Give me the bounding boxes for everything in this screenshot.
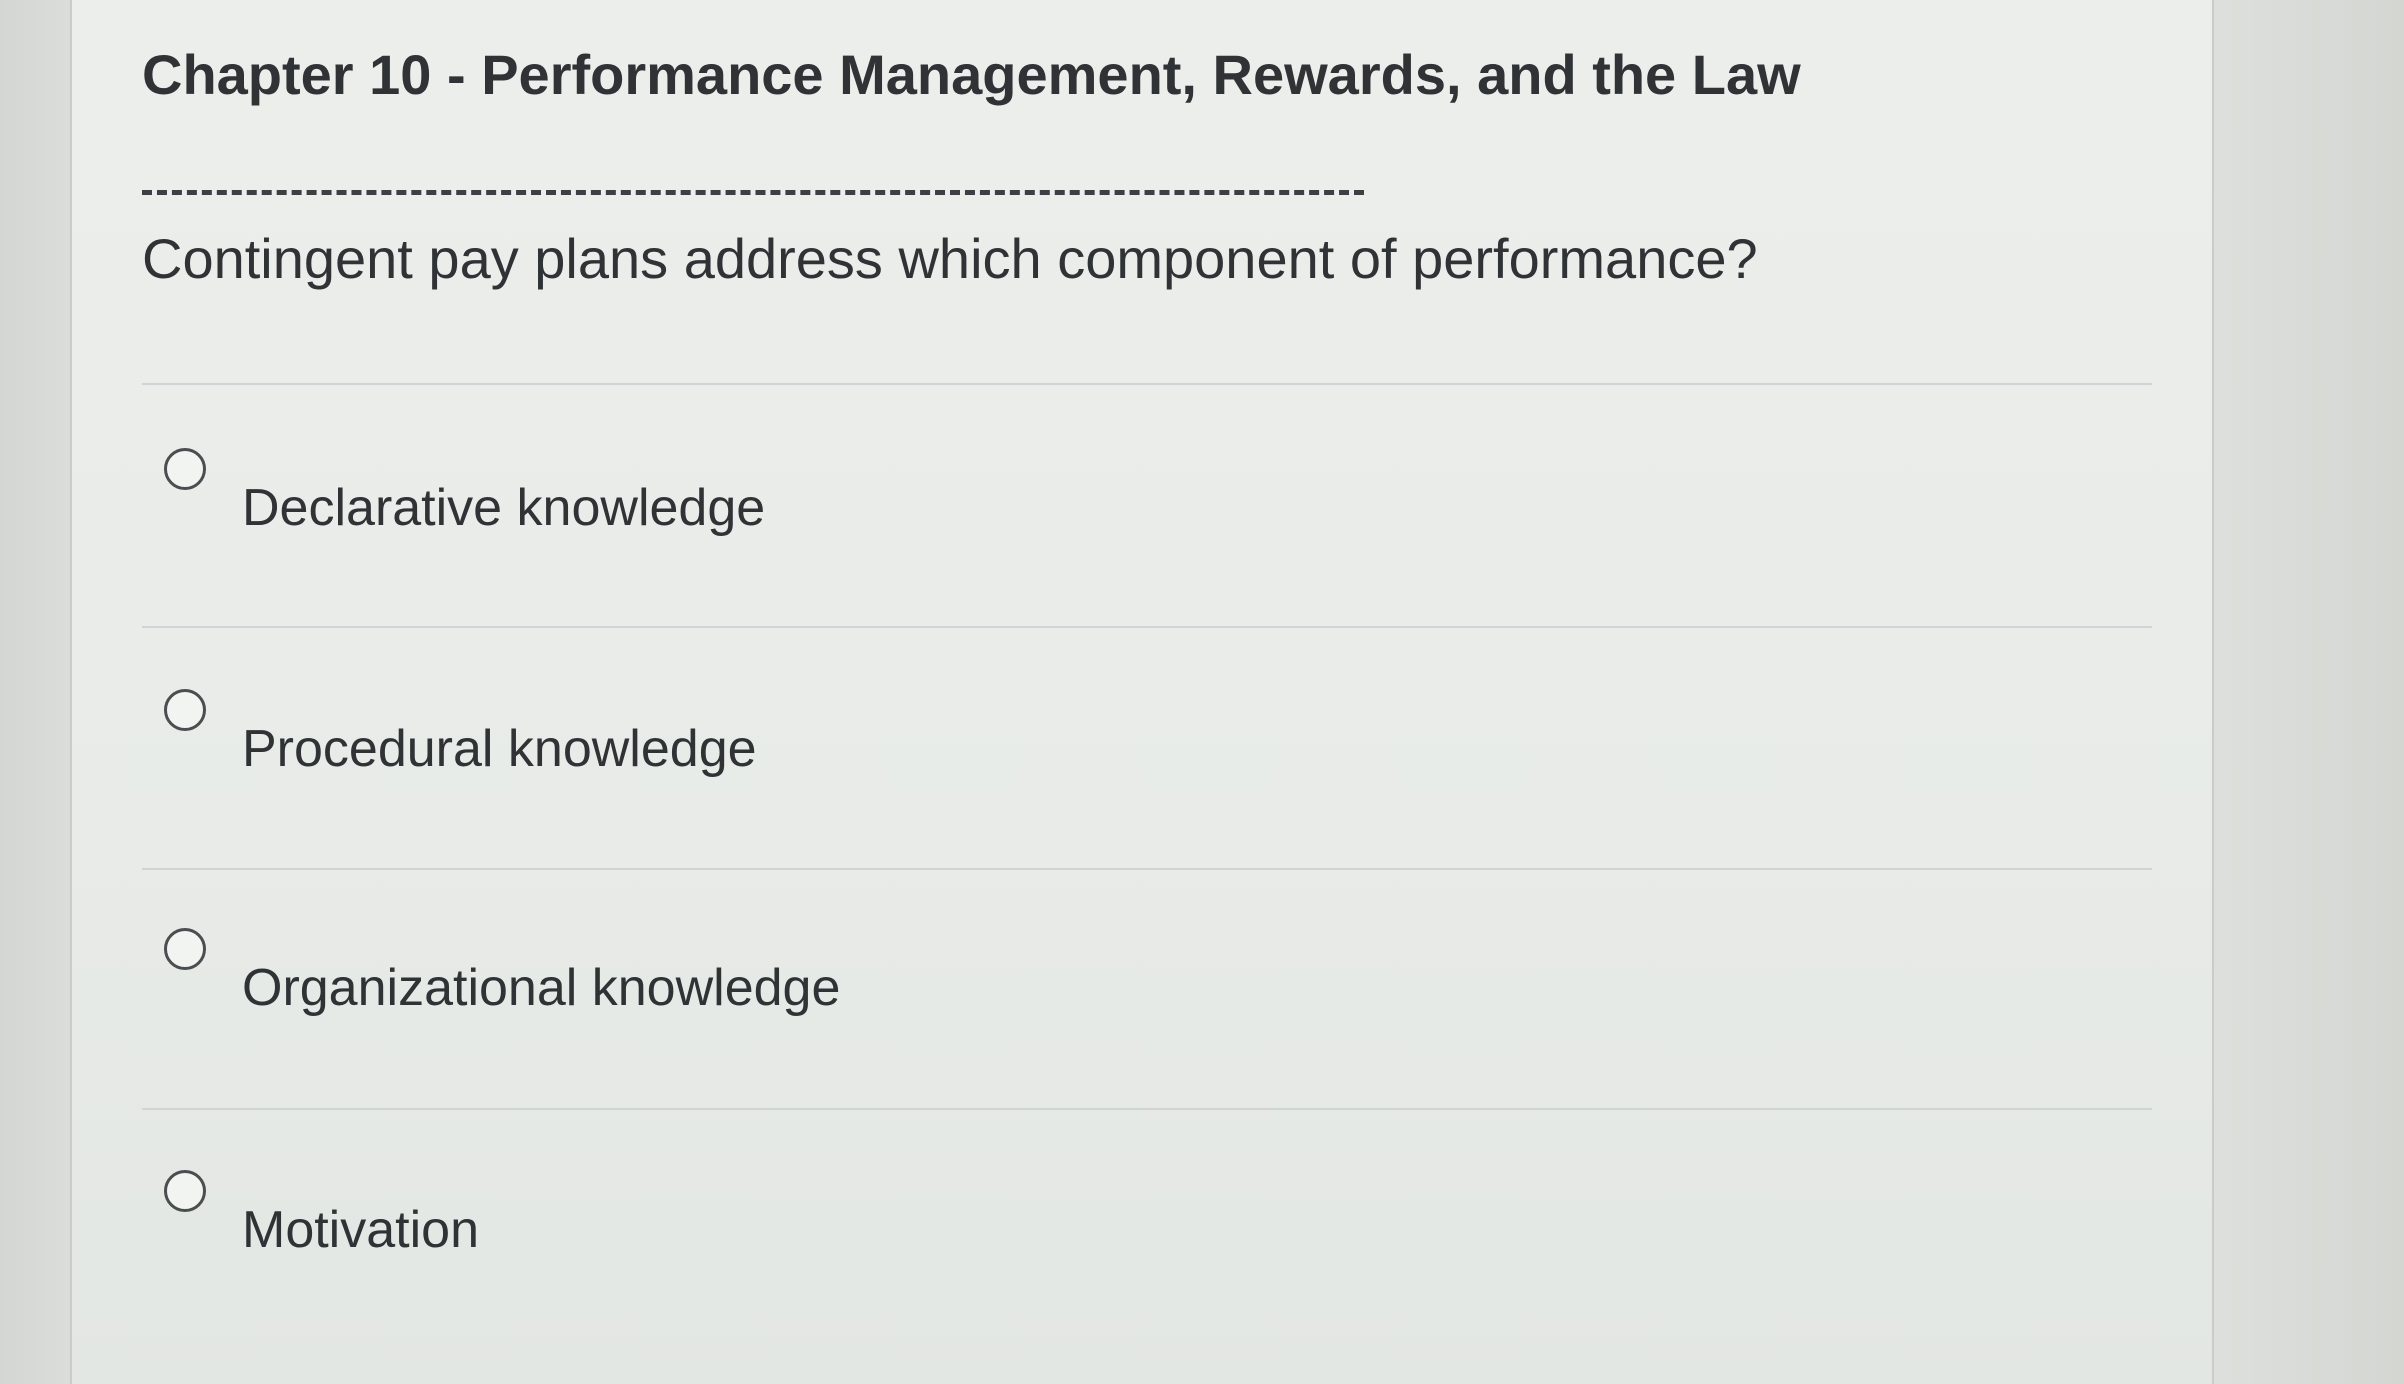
answer-option-procedural-knowledge[interactable]: Procedural knowledge — [160, 689, 2060, 839]
answer-option-label[interactable]: Declarative knowledge — [242, 478, 765, 538]
answer-option-label[interactable]: Motivation — [242, 1200, 479, 1260]
radio-button[interactable] — [164, 928, 206, 970]
radio-button[interactable] — [164, 448, 206, 490]
dashed-separator — [142, 190, 1364, 195]
answer-option-organizational-knowledge[interactable]: Organizational knowledge — [160, 928, 2060, 1078]
radio-button[interactable] — [164, 689, 206, 731]
radio-button[interactable] — [164, 1170, 206, 1212]
question-text: Contingent pay plans address which compo… — [142, 227, 1758, 290]
answer-divider — [142, 868, 2152, 870]
answer-option-motivation[interactable]: Motivation — [160, 1170, 2060, 1320]
answer-option-declarative-knowledge[interactable]: Declarative knowledge — [160, 448, 2060, 598]
answer-option-label[interactable]: Procedural knowledge — [242, 719, 757, 779]
answer-divider — [142, 383, 2152, 385]
answer-divider — [142, 626, 2152, 628]
answer-option-label[interactable]: Organizational knowledge — [242, 958, 840, 1018]
answer-divider — [142, 1108, 2152, 1110]
quiz-title: Chapter 10 - Performance Management, Rew… — [142, 43, 1801, 106]
screen: Chapter 10 - Performance Management, Rew… — [0, 0, 2404, 1384]
